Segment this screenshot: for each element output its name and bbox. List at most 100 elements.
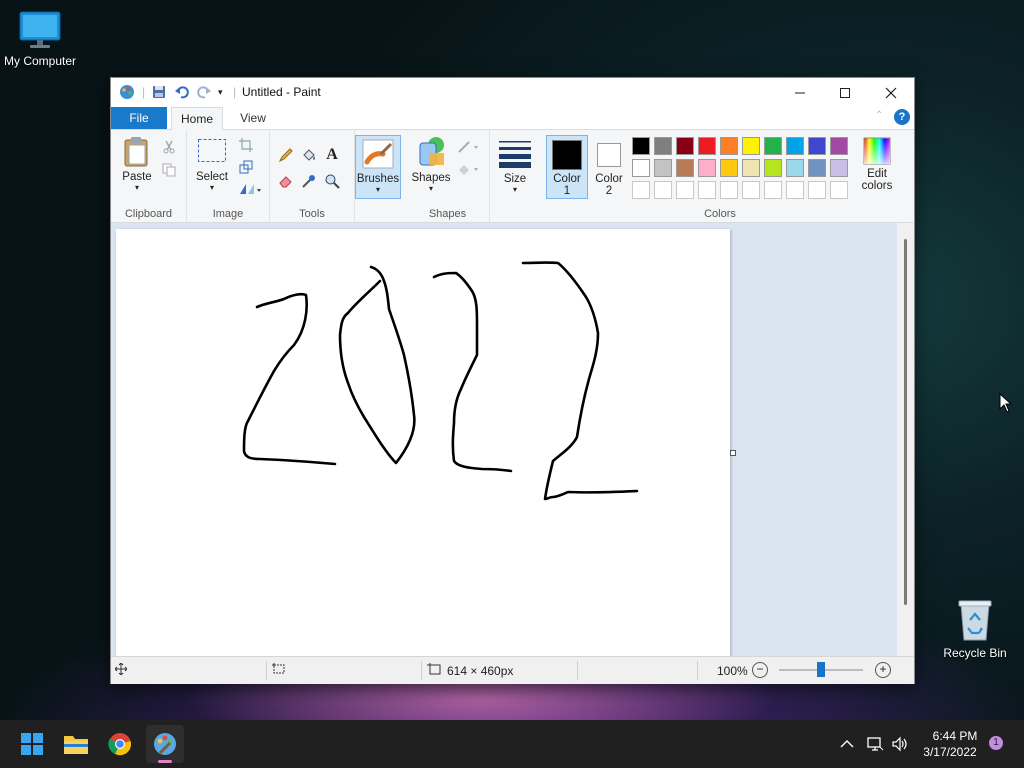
palette-swatch[interactable] <box>654 181 672 199</box>
line-size-icon <box>499 141 531 168</box>
tab-view[interactable]: View <box>233 107 273 129</box>
taskbar-date[interactable]: 3/17/2022 <box>920 745 980 759</box>
minimize-button[interactable] <box>777 78 822 107</box>
crop-icon[interactable] <box>237 136 255 154</box>
select-button[interactable]: Select ▾ <box>193 138 231 192</box>
color2-button[interactable]: Color 2 <box>590 135 628 197</box>
save-icon[interactable] <box>152 84 166 100</box>
volume-icon[interactable] <box>889 728 911 760</box>
palette-swatch[interactable] <box>808 137 826 155</box>
palette-swatch[interactable] <box>632 137 650 155</box>
palette-swatch[interactable] <box>698 181 716 199</box>
palette-swatch[interactable] <box>764 181 782 199</box>
clipboard-group: Paste ▾ Clipboard <box>111 130 187 222</box>
minimize-icon <box>794 92 805 93</box>
stroke-digit-2-third <box>521 261 639 501</box>
palette-swatch[interactable] <box>632 159 650 177</box>
help-icon[interactable]: ? <box>894 109 910 125</box>
select-label: Select <box>196 171 228 183</box>
vertical-scrollbar-thumb[interactable] <box>904 239 907 605</box>
palette-swatch[interactable] <box>830 137 848 155</box>
palette-swatch[interactable] <box>786 137 804 155</box>
undo-icon[interactable] <box>175 84 189 100</box>
palette-swatch[interactable] <box>632 181 650 199</box>
paste-button[interactable]: Paste ▾ <box>117 136 157 192</box>
drawing-canvas[interactable] <box>116 229 730 657</box>
my-computer-desktop-icon[interactable]: My Computer <box>0 10 80 68</box>
maximize-button[interactable] <box>822 78 867 107</box>
pencil-icon[interactable] <box>277 146 295 164</box>
brushes-button[interactable]: Brushes ▾ <box>355 135 401 199</box>
eraser-icon[interactable] <box>277 172 295 190</box>
palette-swatch[interactable] <box>676 181 694 199</box>
select-chevron-icon: ▾ <box>209 183 214 192</box>
selection-size-icon <box>272 663 286 678</box>
notification-badge[interactable]: 1 <box>989 736 1003 750</box>
vertical-scrollbar[interactable] <box>897 223 914 656</box>
palette-swatch[interactable] <box>830 181 848 199</box>
palette-swatch[interactable] <box>676 137 694 155</box>
redo-icon[interactable] <box>197 84 211 100</box>
chrome-button[interactable] <box>104 728 136 760</box>
palette-swatch[interactable] <box>786 181 804 199</box>
zoom-in-button[interactable]: + <box>875 662 891 678</box>
text-tool-icon[interactable]: A <box>323 146 341 164</box>
colors-group: Color 1 Color 2 Edit colors Colors <box>541 130 899 222</box>
palette-swatch[interactable] <box>764 137 782 155</box>
palette-swatch[interactable] <box>808 181 826 199</box>
palette-swatch[interactable] <box>720 137 738 155</box>
ribbon-tab-bar: File Home View ⌃ ? <box>111 107 914 130</box>
zoom-slider-thumb[interactable] <box>817 662 825 677</box>
fill-bucket-icon[interactable] <box>300 146 318 164</box>
cut-icon[interactable] <box>160 138 178 156</box>
rotate-icon[interactable] <box>237 180 263 198</box>
color-picker-icon[interactable] <box>300 172 318 190</box>
tab-home[interactable]: Home <box>171 107 223 130</box>
canvas-resize-handle[interactable] <box>730 450 736 456</box>
palette-swatch[interactable] <box>808 159 826 177</box>
file-explorer-button[interactable] <box>60 728 92 760</box>
palette-swatch[interactable] <box>830 159 848 177</box>
palette-swatch[interactable] <box>764 159 782 177</box>
palette-swatch[interactable] <box>786 159 804 177</box>
palette-swatch[interactable] <box>720 159 738 177</box>
fill-icon[interactable] <box>456 160 482 178</box>
qa-separator: | <box>142 85 146 99</box>
color1-button[interactable]: Color 1 <box>546 135 588 199</box>
palette-swatch[interactable] <box>720 181 738 199</box>
magnifier-icon[interactable] <box>323 172 341 190</box>
start-button[interactable] <box>16 728 48 760</box>
close-button[interactable] <box>868 78 913 107</box>
ribbon: Paste ▾ Clipboard Select ▾ Image A Tools… <box>111 130 914 223</box>
color2-label-line2: 2 <box>605 185 613 197</box>
color2-swatch <box>597 143 621 167</box>
edit-colors-button[interactable]: Edit colors <box>855 135 899 192</box>
copy-icon[interactable] <box>160 161 178 179</box>
resize-icon[interactable] <box>237 158 255 176</box>
shapes-button[interactable]: Shapes ▾ <box>409 135 453 193</box>
collapse-ribbon-icon[interactable]: ⌃ <box>875 110 883 121</box>
paint-taskbar-button[interactable] <box>146 725 184 763</box>
palette-swatch[interactable] <box>654 159 672 177</box>
network-icon[interactable] <box>864 728 886 760</box>
brushes-group: Brushes ▾ <box>355 130 406 222</box>
customize-qa-chevron-icon[interactable]: ▾ <box>218 84 223 100</box>
show-hidden-icons-chevron-icon[interactable] <box>836 728 858 760</box>
tab-file[interactable]: File <box>111 107 167 129</box>
palette-swatch[interactable] <box>654 137 672 155</box>
palette-swatch[interactable] <box>742 181 760 199</box>
title-bar[interactable]: | ▾ | Untitled - Paint <box>111 78 914 107</box>
stroke-digit-2-first <box>242 292 337 466</box>
palette-swatch[interactable] <box>676 159 694 177</box>
color1-label-line2: 1 <box>563 185 571 197</box>
outline-icon[interactable] <box>456 138 482 156</box>
size-button[interactable]: Size ▾ <box>495 140 535 194</box>
palette-swatch[interactable] <box>742 137 760 155</box>
palette-swatch[interactable] <box>742 159 760 177</box>
zoom-out-button[interactable]: − <box>752 662 768 678</box>
palette-swatch[interactable] <box>698 159 716 177</box>
recycle-bin-desktop-icon[interactable]: Recycle Bin <box>935 598 1015 660</box>
window-title: Untitled - Paint <box>242 85 321 99</box>
taskbar-time[interactable]: 6:44 PM <box>920 729 990 743</box>
palette-swatch[interactable] <box>698 137 716 155</box>
